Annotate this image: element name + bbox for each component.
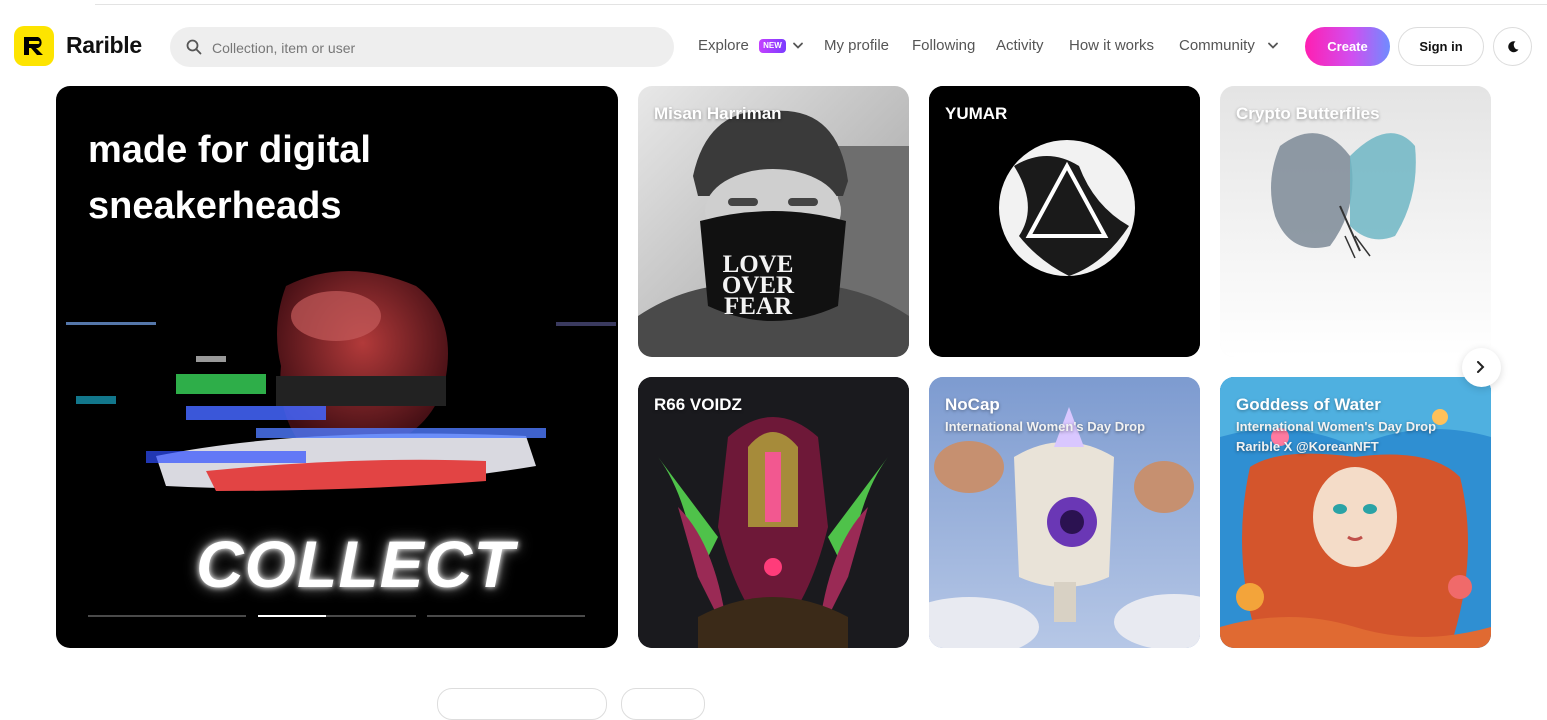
collection-title: Crypto Butterflies bbox=[1236, 104, 1380, 123]
hero-progress-2[interactable] bbox=[258, 615, 416, 617]
hero-progress-3[interactable] bbox=[427, 615, 585, 617]
collection-title: R66 VOIDZ bbox=[654, 395, 742, 414]
rarible-logo-icon[interactable] bbox=[14, 26, 54, 66]
butterfly-art bbox=[1220, 86, 1491, 357]
brand-name[interactable]: Rarible bbox=[66, 32, 142, 59]
collection-subtitle: International Women's Day Drop bbox=[1236, 419, 1437, 434]
collect-text: COLLECT bbox=[196, 527, 515, 601]
dragon-mask-art bbox=[638, 377, 909, 648]
filter-pill[interactable] bbox=[437, 688, 607, 720]
hero-title: made for digital sneakerheads bbox=[88, 129, 371, 227]
chevron-down-icon[interactable] bbox=[792, 41, 804, 51]
collection-card-nocap[interactable]: NoCap International Women's Day Drop bbox=[929, 377, 1200, 648]
collection-card-yumar[interactable]: YUMAR bbox=[929, 86, 1200, 357]
collection-card-crypto-butterflies[interactable]: Crypto Butterflies bbox=[1220, 86, 1491, 357]
chevron-right-icon bbox=[1477, 361, 1485, 373]
nav-activity[interactable]: Activity bbox=[996, 37, 1044, 54]
hero-banner[interactable]: made for digital sneakerheads COLLECT bbox=[56, 86, 618, 648]
mermaid-art bbox=[1220, 377, 1491, 648]
browser-top-strip bbox=[95, 0, 1547, 5]
search-bar[interactable] bbox=[170, 27, 674, 69]
collection-subtitle-2: Rarible X @KoreanNFT bbox=[1236, 439, 1379, 454]
collection-card-misan-harriman[interactable]: LOVE OVER FEAR Misan Harriman bbox=[638, 86, 909, 357]
masked-man-photo: LOVE OVER FEAR bbox=[638, 86, 909, 357]
moon-icon bbox=[1508, 41, 1519, 53]
collection-subtitle: International Women's Day Drop bbox=[945, 419, 1146, 434]
sneaker-glitch-art bbox=[66, 271, 616, 491]
nav-community[interactable]: Community bbox=[1179, 37, 1255, 54]
collection-card-r66-voidz[interactable]: R66 VOIDZ bbox=[638, 377, 909, 648]
collection-title: Goddess of Water bbox=[1236, 395, 1381, 414]
collection-title: Misan Harriman bbox=[654, 104, 782, 123]
mask-text-fear: FEAR bbox=[724, 293, 793, 320]
theme-toggle-button[interactable] bbox=[1493, 27, 1532, 66]
nav-explore[interactable]: Explore bbox=[698, 37, 749, 54]
flying-cup-art bbox=[929, 377, 1200, 648]
search-icon bbox=[186, 39, 202, 60]
filter-pill[interactable] bbox=[621, 688, 705, 720]
search-input[interactable] bbox=[210, 27, 654, 69]
hero-progress-1[interactable] bbox=[88, 615, 246, 617]
collection-title: YUMAR bbox=[945, 104, 1008, 123]
carousel-next-button[interactable] bbox=[1462, 348, 1501, 387]
new-badge: NEW bbox=[759, 39, 786, 53]
nav-my-profile[interactable]: My profile bbox=[824, 37, 889, 54]
chevron-down-icon[interactable] bbox=[1267, 41, 1279, 51]
create-button[interactable]: Create bbox=[1305, 27, 1390, 66]
triangle-moon-art bbox=[929, 86, 1200, 357]
collection-card-goddess-of-water[interactable]: Goddess of Water International Women's D… bbox=[1220, 377, 1491, 648]
nav-how-it-works[interactable]: How it works bbox=[1069, 37, 1154, 54]
sign-in-button[interactable]: Sign in bbox=[1398, 27, 1484, 66]
collection-title: NoCap bbox=[945, 395, 1000, 414]
nav-following[interactable]: Following bbox=[912, 37, 975, 54]
